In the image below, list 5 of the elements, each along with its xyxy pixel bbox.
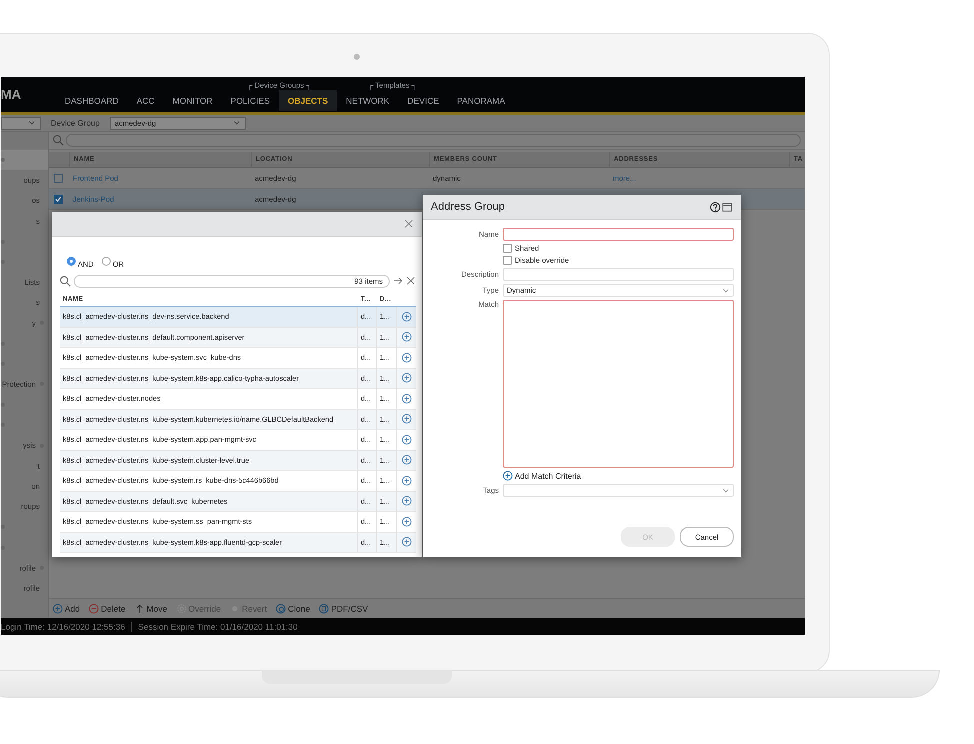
field-label: Device Group <box>51 118 100 128</box>
dialog-title: Address Group <box>431 201 505 213</box>
logo-text: MA <box>1 86 22 102</box>
status-text: Login Time: 12/16/2020 12:55:36 <box>1 622 126 632</box>
status-text: Session Expire Time: 01/16/2020 11:01:30 <box>138 622 298 632</box>
